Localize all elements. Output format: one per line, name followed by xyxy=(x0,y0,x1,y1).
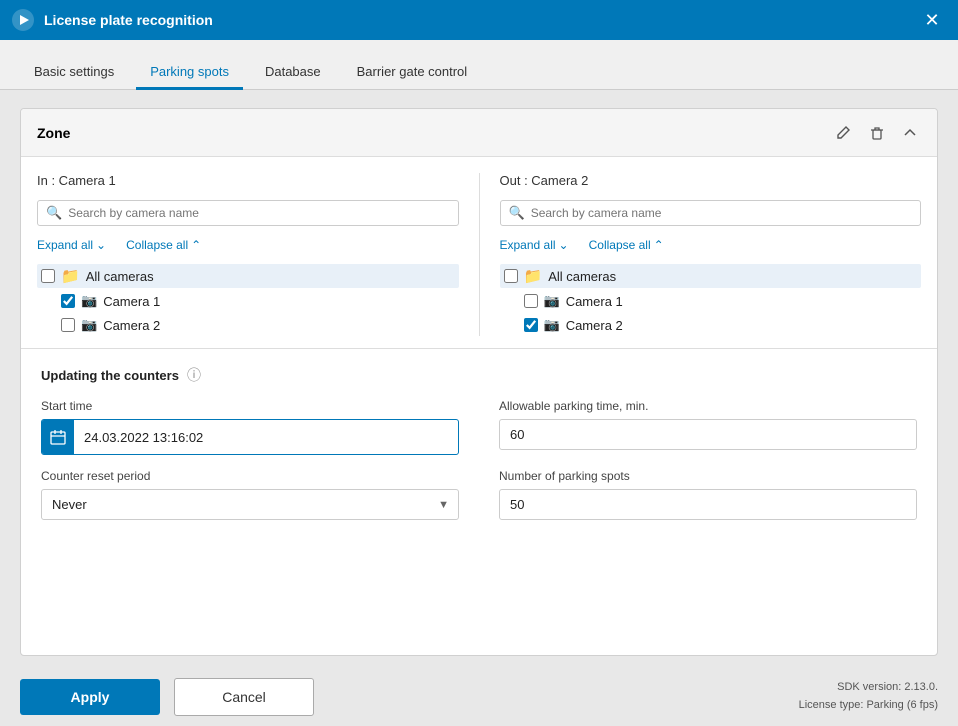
in-search-input[interactable] xyxy=(68,206,449,220)
folder-icon-out: 📁 xyxy=(524,267,543,285)
pencil-icon xyxy=(835,125,851,141)
allowable-time-label: Allowable parking time, min. xyxy=(499,399,917,413)
counters-title: Updating the counters xyxy=(41,368,179,383)
in-camera-2-label: Camera 2 xyxy=(103,318,160,333)
cameras-section: In : Camera 1 🔍 Expand all ⌄ Collapse al… xyxy=(21,157,937,349)
out-camera-1-label: Camera 1 xyxy=(566,294,623,309)
camera-icon-out-2: 📷 xyxy=(544,317,560,333)
main-content: Zone xyxy=(0,90,958,668)
reset-period-group: Counter reset period Never Daily Weekly … xyxy=(41,469,459,520)
title-bar: License plate recognition ✕ xyxy=(0,0,958,40)
reset-period-select[interactable]: Never Daily Weekly Monthly xyxy=(41,489,459,520)
tab-database[interactable]: Database xyxy=(251,56,335,90)
zone-title: Zone xyxy=(37,125,831,141)
tab-barrier-gate[interactable]: Barrier gate control xyxy=(343,56,482,90)
cancel-button[interactable]: Cancel xyxy=(174,678,314,716)
in-camera-tree: 📁 All cameras 📷 Camera 1 📷 Camera 2 xyxy=(37,264,459,336)
camera-icon-in-1: 📷 xyxy=(81,293,97,309)
out-all-cameras-label: All cameras xyxy=(548,269,616,284)
in-camera-1-checkbox[interactable] xyxy=(61,294,75,308)
app-icon xyxy=(12,9,34,31)
out-camera-2-label: Camera 2 xyxy=(566,318,623,333)
allowable-time-input[interactable] xyxy=(499,419,917,450)
reset-period-select-wrapper: Never Daily Weekly Monthly ▼ xyxy=(41,489,459,520)
footer-info: SDK version: 2.13.0. License type: Parki… xyxy=(799,679,938,714)
tab-basic-settings[interactable]: Basic settings xyxy=(20,56,128,90)
in-camera-label: In : Camera 1 xyxy=(37,173,459,188)
out-all-cameras-checkbox[interactable] xyxy=(504,269,518,283)
in-camera-search[interactable]: 🔍 xyxy=(37,200,459,226)
zone-header: Zone xyxy=(21,109,937,157)
collapse-zone-button[interactable] xyxy=(899,124,921,142)
counters-title-row: Updating the counters ⓘ xyxy=(41,365,917,385)
out-collapse-all-button[interactable]: Collapse all ⌃ xyxy=(589,238,664,252)
in-expand-collapse-row: Expand all ⌄ Collapse all ⌃ xyxy=(37,238,459,252)
license-info: License type: Parking (6 fps) xyxy=(799,697,938,715)
calendar-icon xyxy=(50,429,66,445)
delete-zone-button[interactable] xyxy=(865,123,889,143)
chevron-up-icon xyxy=(903,126,917,140)
window-title: License plate recognition xyxy=(44,12,918,28)
in-all-cameras-label: All cameras xyxy=(86,269,154,284)
in-camera-col: In : Camera 1 🔍 Expand all ⌄ Collapse al… xyxy=(37,173,459,336)
out-search-input[interactable] xyxy=(531,206,912,220)
in-camera-2-row: 📷 Camera 2 xyxy=(37,314,459,336)
search-icon-out: 🔍 xyxy=(509,205,525,221)
in-camera-1-row: 📷 Camera 1 xyxy=(37,290,459,312)
start-time-group: Start time 24.03.2022 13:16:02 xyxy=(41,399,459,455)
in-all-cameras-checkbox[interactable] xyxy=(41,269,55,283)
close-button[interactable]: ✕ xyxy=(918,6,946,34)
sdk-version: SDK version: 2.13.0. xyxy=(799,679,938,697)
out-all-cameras-row: 📁 All cameras xyxy=(500,264,922,288)
folder-icon-in: 📁 xyxy=(61,267,80,285)
trash-icon xyxy=(869,125,885,141)
out-camera-search[interactable]: 🔍 xyxy=(500,200,922,226)
counters-section: Updating the counters ⓘ Start time xyxy=(21,349,937,536)
camera-icon-out-1: 📷 xyxy=(544,293,560,309)
zone-panel: Zone xyxy=(20,108,938,656)
tab-bar: Basic settings Parking spots Database Ba… xyxy=(0,40,958,90)
zone-header-actions xyxy=(831,123,921,143)
in-expand-all-button[interactable]: Expand all ⌄ xyxy=(37,238,106,252)
out-camera-2-checkbox[interactable] xyxy=(524,318,538,332)
reset-period-label: Counter reset period xyxy=(41,469,459,483)
datetime-value: 24.03.2022 13:16:02 xyxy=(74,423,458,452)
counters-form: Start time 24.03.2022 13:16:02 xyxy=(41,399,917,520)
in-collapse-all-button[interactable]: Collapse all ⌃ xyxy=(126,238,201,252)
parking-spots-label: Number of parking spots xyxy=(499,469,917,483)
edit-zone-button[interactable] xyxy=(831,123,855,143)
out-camera-col: Out : Camera 2 🔍 Expand all ⌄ Collapse a… xyxy=(500,173,922,336)
datetime-input-wrapper[interactable]: 24.03.2022 13:16:02 xyxy=(41,419,459,455)
in-camera-2-checkbox[interactable] xyxy=(61,318,75,332)
tab-parking-spots[interactable]: Parking spots xyxy=(136,56,243,90)
out-camera-1-checkbox[interactable] xyxy=(524,294,538,308)
info-icon: ⓘ xyxy=(187,365,201,385)
out-camera-tree: 📁 All cameras 📷 Camera 1 📷 Camera 2 xyxy=(500,264,922,336)
allowable-time-group: Allowable parking time, min. xyxy=(499,399,917,455)
parking-spots-input[interactable] xyxy=(499,489,917,520)
search-icon-in: 🔍 xyxy=(46,205,62,221)
apply-button[interactable]: Apply xyxy=(20,679,160,715)
in-camera-1-label: Camera 1 xyxy=(103,294,160,309)
out-expand-all-button[interactable]: Expand all ⌄ xyxy=(500,238,569,252)
parking-spots-group: Number of parking spots xyxy=(499,469,917,520)
out-camera-label: Out : Camera 2 xyxy=(500,173,922,188)
col-divider xyxy=(479,173,480,336)
start-time-label: Start time xyxy=(41,399,459,413)
out-camera-2-row: 📷 Camera 2 xyxy=(500,314,922,336)
camera-icon-in-2: 📷 xyxy=(81,317,97,333)
footer: Apply Cancel SDK version: 2.13.0. Licens… xyxy=(0,668,958,726)
in-all-cameras-row: 📁 All cameras xyxy=(37,264,459,288)
calendar-button[interactable] xyxy=(42,420,74,454)
out-expand-collapse-row: Expand all ⌄ Collapse all ⌃ xyxy=(500,238,922,252)
out-camera-1-row: 📷 Camera 1 xyxy=(500,290,922,312)
